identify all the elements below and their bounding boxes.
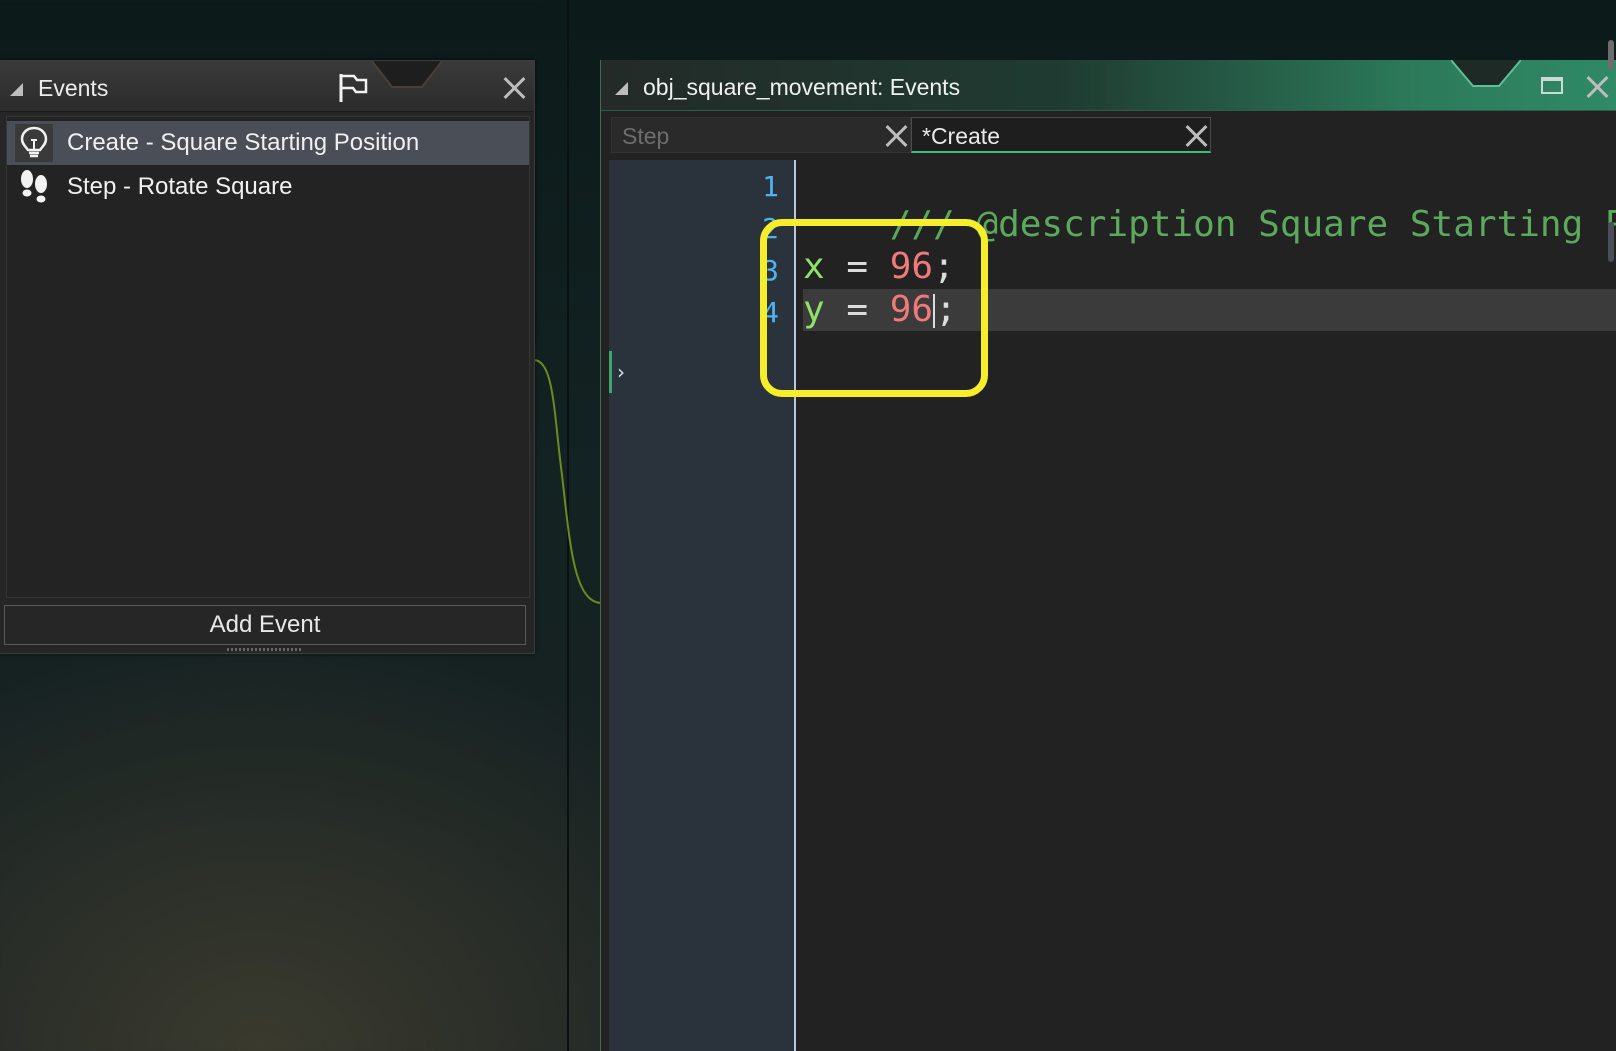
code-editor-window: obj_square_movement: Events Step *Create…	[600, 60, 1616, 1051]
panel-notch	[372, 61, 442, 88]
tab-label: *Create	[922, 123, 1000, 149]
annotation-highlight-box	[760, 219, 988, 397]
lightbulb-icon	[15, 124, 53, 162]
tab-label: Step	[622, 123, 670, 149]
event-label: Step - Rotate Square	[67, 173, 293, 200]
code-line-1[interactable]: /// @description Square Starting Pos	[803, 162, 1616, 245]
add-event-button[interactable]: Add Event	[4, 605, 526, 645]
collapse-triangle-icon[interactable]	[10, 83, 23, 96]
tab-step[interactable]: Step	[611, 117, 911, 153]
line-number: 3	[762, 254, 779, 287]
close-events-icon[interactable]	[502, 76, 526, 100]
close-tab-icon[interactable]	[884, 124, 908, 148]
code-editor-title: obj_square_movement: Events	[643, 74, 961, 100]
event-label: Create - Square Starting Position	[67, 129, 420, 156]
events-panel-header: Events	[0, 61, 534, 112]
scrollbar-thumb[interactable]	[1608, 222, 1614, 262]
chevron-right-icon: ›	[617, 360, 625, 384]
panel-notch	[1451, 60, 1521, 87]
code-editor-header: obj_square_movement: Events	[601, 60, 1616, 111]
line-number: 2	[762, 212, 779, 245]
close-editor-icon[interactable]	[1585, 75, 1609, 99]
line-number: 1	[762, 170, 779, 203]
collapse-triangle-icon[interactable]	[615, 82, 628, 95]
line-number: 4	[762, 296, 779, 329]
scrollbar-thumb[interactable]	[1608, 40, 1614, 70]
events-panel: Events Create - Square Starting Position	[0, 60, 535, 654]
maximize-icon[interactable]	[1541, 77, 1563, 94]
event-item-create[interactable]: Create - Square Starting Position	[7, 121, 529, 165]
event-list: Create - Square Starting Position Step -…	[6, 116, 530, 598]
event-item-step[interactable]: Step - Rotate Square	[7, 165, 529, 209]
close-tab-icon[interactable]	[1184, 124, 1208, 148]
tab-bar: Step *Create	[601, 111, 1616, 155]
event-connector-line	[534, 359, 601, 604]
flag-icon[interactable]	[336, 71, 370, 105]
events-panel-title: Events	[38, 75, 109, 101]
footsteps-icon	[15, 168, 53, 206]
tab-create[interactable]: *Create	[911, 117, 1211, 153]
current-line-marker	[609, 351, 612, 393]
resize-grip[interactable]	[227, 648, 303, 651]
